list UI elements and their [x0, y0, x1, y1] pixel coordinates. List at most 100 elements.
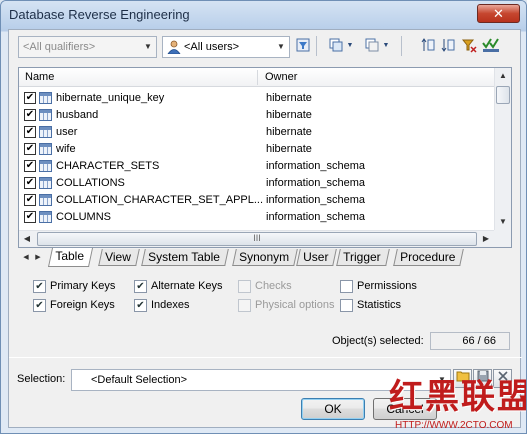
- reverse-options: ✔ Primary Keys ✔ Alternate Keys Checks Per…: [18, 272, 512, 322]
- vertical-scrollbar[interactable]: ▲ ▼: [494, 68, 511, 230]
- tab-synonym[interactable]: Synonym: [232, 249, 298, 266]
- checkbox[interactable]: ✔: [33, 280, 46, 293]
- row-owner: hibernate: [266, 143, 312, 155]
- table-icon: [39, 194, 52, 206]
- table-row[interactable]: ✔ wife hibernate: [19, 141, 494, 158]
- scroll-right-icon[interactable]: ▶: [478, 231, 494, 247]
- table-row[interactable]: ✔ COLUMNS information_schema: [19, 209, 494, 226]
- tab-scroll-left-icon[interactable]: ◀: [20, 251, 32, 264]
- table-row[interactable]: ✔ husband hibernate: [19, 107, 494, 124]
- row-name: user: [56, 126, 78, 138]
- table-icon: [39, 109, 52, 121]
- scroll-up-icon[interactable]: ▲: [495, 68, 511, 84]
- toolbar-separator: [316, 36, 317, 56]
- horizontal-scrollbar[interactable]: ◀ III ▶: [19, 230, 494, 247]
- row-owner: hibernate: [266, 109, 312, 121]
- filter-funnel-icon[interactable]: [294, 37, 312, 55]
- checkbox[interactable]: ✔: [134, 280, 147, 293]
- tab-scroll-right-icon[interactable]: ▶: [32, 251, 44, 264]
- row-checkbox[interactable]: ✔: [24, 109, 36, 121]
- row-checkbox[interactable]: ✔: [24, 194, 36, 206]
- tab-view[interactable]: View: [98, 249, 140, 266]
- close-icon: ✕: [493, 6, 504, 21]
- deselect-icon[interactable]: [363, 37, 381, 55]
- row-name: COLLATION_CHARACTER_SET_APPL...: [56, 194, 264, 206]
- tab-table[interactable]: Table: [47, 248, 93, 267]
- column-header-name[interactable]: Name: [25, 71, 54, 83]
- row-name: COLUMNS: [56, 211, 112, 223]
- tab-system-table[interactable]: System Table: [141, 249, 229, 266]
- objects-selected-count: 66 / 66: [430, 332, 510, 350]
- row-checkbox[interactable]: ✔: [24, 143, 36, 155]
- row-checkbox[interactable]: ✔: [24, 160, 36, 172]
- table-icon: [39, 126, 52, 138]
- checkbox[interactable]: ✔: [33, 299, 46, 312]
- user-combo[interactable]: <All users> ▼: [162, 36, 290, 58]
- chevron-down-icon: ▼: [277, 42, 285, 51]
- close-button[interactable]: ✕: [477, 4, 520, 23]
- table-row[interactable]: ✔ CHARACTER_SETS information_schema: [19, 158, 494, 175]
- checkbox[interactable]: [340, 299, 353, 312]
- table-icon: [39, 177, 52, 189]
- chevron-down-icon: ▼: [144, 42, 152, 51]
- ok-button[interactable]: OK: [301, 398, 365, 420]
- move-up-icon[interactable]: [419, 37, 437, 55]
- row-owner: information_schema: [266, 211, 366, 223]
- row-name: CHARACTER_SETS: [56, 160, 160, 172]
- table-row[interactable]: ✔ hibernate_unique_key hibernate: [19, 90, 494, 107]
- row-checkbox[interactable]: ✔: [24, 126, 36, 138]
- watermark-logo: 红黑联盟: [389, 377, 527, 417]
- filter-icon[interactable]: [460, 37, 478, 55]
- column-divider[interactable]: [257, 70, 258, 85]
- row-name: COLLATIONS: [56, 177, 125, 189]
- move-down-icon[interactable]: [439, 37, 457, 55]
- vertical-scroll-thumb[interactable]: [496, 86, 510, 104]
- horizontal-scroll-thumb[interactable]: III: [37, 232, 477, 246]
- list-header: Name Owner: [19, 68, 494, 87]
- user-combo-value: <All users>: [184, 41, 240, 53]
- row-owner: information_schema: [266, 160, 366, 172]
- object-list[interactable]: Name Owner ✔ hibernate_unique_key hibern…: [18, 67, 512, 248]
- divider: [9, 357, 522, 358]
- scroll-down-icon[interactable]: ▼: [495, 214, 511, 230]
- row-checkbox[interactable]: ✔: [24, 211, 36, 223]
- row-owner: hibernate: [266, 92, 312, 104]
- row-owner: hibernate: [266, 126, 312, 138]
- user-icon: [167, 40, 181, 55]
- title-bar[interactable]: Database Reverse Engineering ✕: [1, 1, 526, 29]
- dialog-window: Database Reverse Engineering ✕ <All qual…: [0, 0, 527, 434]
- table-icon: [39, 160, 52, 172]
- object-type-tabs: ◀ ▶ Table View System Table Synonym User…: [18, 248, 512, 267]
- table-row[interactable]: ✔ user hibernate: [19, 124, 494, 141]
- checkbox[interactable]: ✔: [134, 299, 147, 312]
- row-owner: information_schema: [266, 194, 366, 206]
- objects-selected-label: Object(s) selected:: [332, 335, 424, 347]
- select-all-icon[interactable]: [327, 37, 345, 55]
- selection-label: Selection:: [17, 373, 66, 385]
- table-icon: [39, 92, 52, 104]
- row-checkbox[interactable]: ✔: [24, 177, 36, 189]
- table-row[interactable]: ✔ COLLATION_CHARACTER_SET_APPL... inform…: [19, 192, 494, 209]
- check-all-icon[interactable]: [482, 37, 500, 55]
- scroll-left-icon[interactable]: ◀: [19, 231, 35, 247]
- selection-combo-value: <Default Selection>: [91, 374, 188, 386]
- chevron-down-icon[interactable]: ▼: [381, 37, 391, 55]
- tab-user[interactable]: User: [296, 249, 338, 266]
- watermark-url: HTTP://WWW.2CTO.COM: [395, 420, 513, 431]
- checkbox[interactable]: [340, 280, 353, 293]
- qualifier-combo[interactable]: <All qualifiers> ▼: [18, 36, 157, 58]
- row-checkbox[interactable]: ✔: [24, 92, 36, 104]
- row-owner: information_schema: [266, 177, 366, 189]
- window-title: Database Reverse Engineering: [9, 7, 190, 22]
- tab-trigger[interactable]: Trigger: [336, 249, 390, 266]
- tab-procedure[interactable]: Procedure: [393, 249, 465, 266]
- table-icon: [39, 211, 52, 223]
- column-header-owner[interactable]: Owner: [265, 71, 297, 83]
- row-name: hibernate_unique_key: [56, 92, 165, 104]
- chevron-down-icon[interactable]: ▼: [345, 37, 355, 55]
- scrollbar-corner: [494, 230, 511, 247]
- table-icon: [39, 143, 52, 155]
- table-row[interactable]: ✔ COLLATIONS information_schema: [19, 175, 494, 192]
- scroll-grip: III: [253, 233, 261, 243]
- row-name: wife: [56, 143, 76, 155]
